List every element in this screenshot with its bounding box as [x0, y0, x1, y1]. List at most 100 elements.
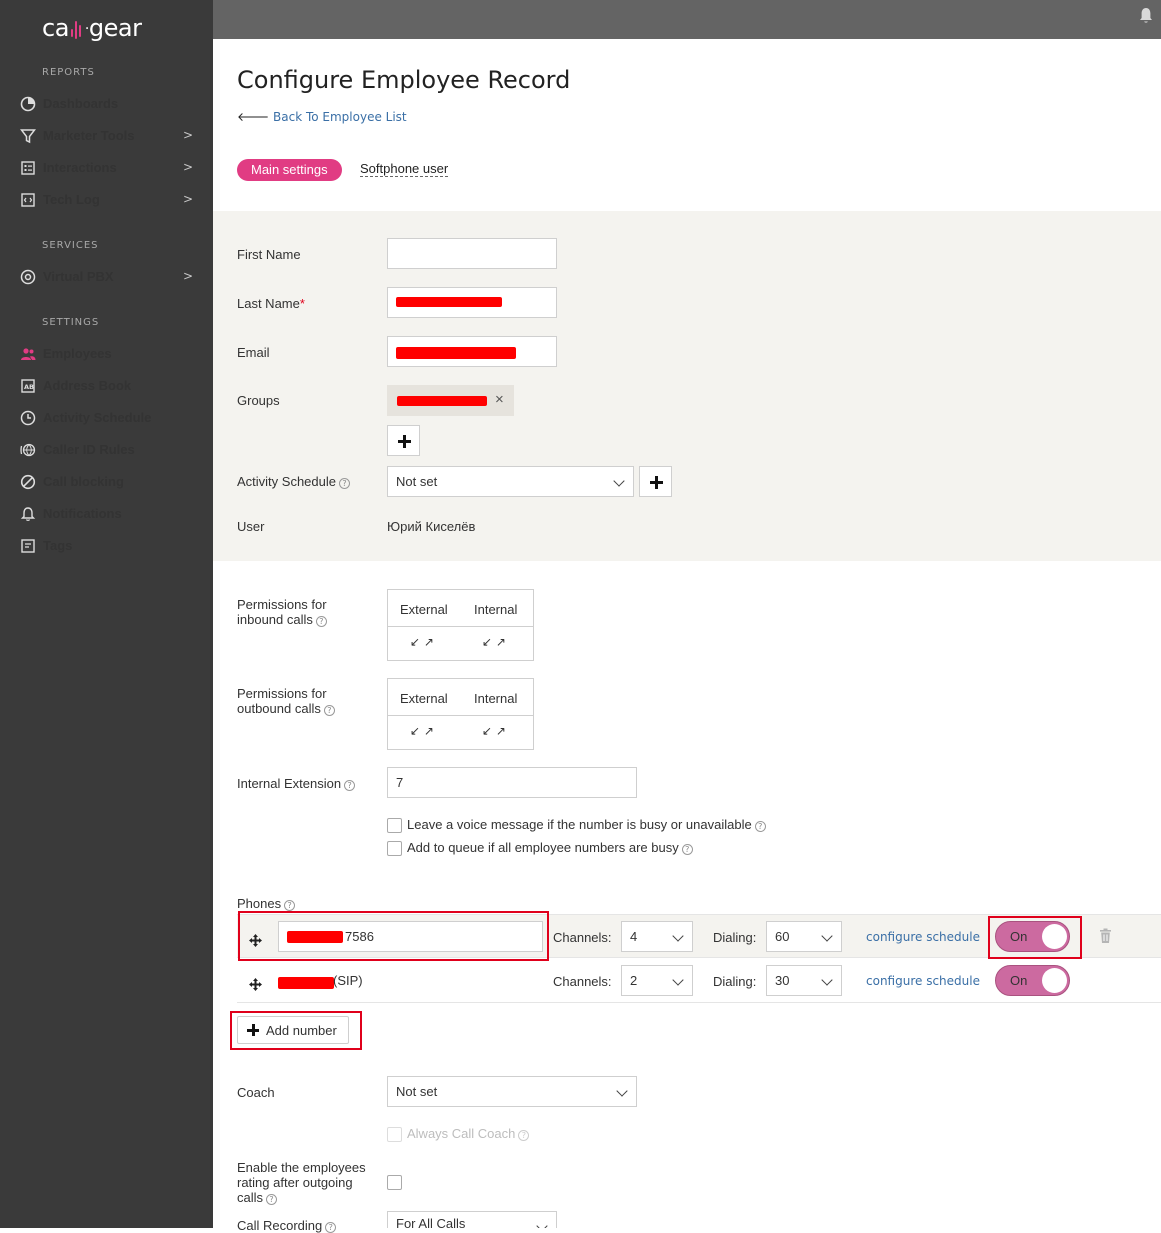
inbound-label-line-2: inbound calls — [237, 612, 313, 627]
add-to-queue-checkbox[interactable] — [387, 841, 402, 856]
sidebar-item-employees[interactable]: Employees — [0, 341, 213, 367]
sidebar-item-label: Tech Log — [43, 192, 100, 207]
sidebar-item-marketer-tools[interactable]: Marketer Tools > — [0, 123, 213, 149]
logo-text-right: gear — [88, 14, 142, 42]
callgear-logo[interactable]: ca ·gear — [42, 14, 142, 42]
add-activity-schedule-button[interactable] — [639, 466, 672, 497]
phone-toggle[interactable]: On — [995, 965, 1070, 996]
internal-header: Internal — [474, 602, 518, 617]
sidebar-item-label: Notifications — [43, 506, 122, 521]
coach-value: Not set — [396, 1084, 438, 1099]
channels-select[interactable]: 2 — [621, 965, 693, 996]
tab-main-settings[interactable]: Main settings — [237, 159, 342, 181]
configure-schedule-link[interactable]: configure schedule — [866, 974, 980, 988]
sidebar-item-label: Activity Schedule — [43, 410, 152, 425]
sidebar-item-interactions[interactable]: Interactions > — [0, 155, 213, 181]
help-icon[interactable]: ? — [315, 616, 327, 627]
dialing-select[interactable]: 30 — [766, 965, 842, 996]
email-input[interactable] — [387, 336, 557, 367]
back-to-employee-list-link[interactable]: 🡐 Back To Employee List — [237, 109, 407, 124]
rating-checkbox[interactable] — [387, 1175, 402, 1190]
voice-message-text: Leave a voice message if the number is b… — [407, 817, 752, 832]
notification-bell-icon[interactable] — [1138, 7, 1154, 25]
help-icon[interactable]: ? — [339, 478, 350, 489]
sidebar-item-notifications[interactable]: Notifications — [0, 501, 213, 527]
email-label: Email — [237, 345, 270, 360]
chevron-down-icon — [821, 930, 833, 942]
coach-select[interactable]: Not set — [387, 1076, 637, 1107]
sidebar-item-label: Interactions — [43, 160, 117, 175]
external-arrows-icon[interactable]: ↙ ↗ — [410, 635, 434, 649]
always-call-coach-checkbox[interactable] — [387, 1127, 402, 1142]
phone-toggle[interactable]: On — [995, 921, 1070, 952]
sidebar-item-label: Employees — [43, 346, 112, 361]
chevron-down-icon — [616, 1085, 628, 1097]
phones-label: Phones? — [237, 896, 296, 911]
user-value: Юрий Киселёв — [387, 519, 476, 534]
help-icon[interactable]: ? — [284, 900, 296, 911]
coach-label: Coach — [237, 1085, 275, 1100]
last-name-label: Last Name* — [237, 296, 305, 311]
inbound-label-line-1: Permissions for — [237, 597, 327, 612]
chevron-down-icon — [536, 1220, 548, 1228]
voice-message-label: Leave a voice message if the number is b… — [407, 817, 766, 832]
basic-info-panel — [213, 211, 1161, 561]
internal-arrows-icon[interactable]: ↙ ↗ — [482, 635, 506, 649]
rating-label-line-2: rating after outgoing — [237, 1175, 353, 1190]
help-icon[interactable]: ? — [323, 705, 335, 716]
help-icon[interactable]: ? — [754, 821, 766, 832]
help-icon[interactable]: ? — [681, 844, 693, 855]
sidebar-item-tags[interactable]: Tags — [0, 533, 213, 559]
sidebar-item-tech-log[interactable]: Tech Log > — [0, 187, 213, 213]
help-icon[interactable]: ? — [344, 780, 356, 791]
redacted-value — [287, 931, 343, 943]
outbound-permissions-label: Permissions for outbound calls? — [237, 686, 335, 716]
channels-value: 2 — [630, 973, 638, 988]
phone-number-input[interactable]: 7586 — [278, 921, 543, 952]
dialing-select[interactable]: 60 — [766, 921, 842, 952]
activity-schedule-select[interactable]: Not set — [387, 466, 634, 497]
toggle-knob — [1042, 968, 1067, 993]
call-recording-select[interactable]: For All Calls — [387, 1211, 557, 1228]
channels-select[interactable]: 4 — [621, 921, 693, 952]
sidebar-item-virtual-pbx[interactable]: Virtual PBX > — [0, 264, 213, 290]
sidebar-item-address-book[interactable]: AB Address Book — [0, 373, 213, 399]
configure-schedule-link[interactable]: configure schedule — [866, 930, 980, 944]
add-group-button[interactable] — [387, 425, 420, 456]
always-call-coach-text: Always Call Coach — [407, 1126, 516, 1141]
external-arrows-icon[interactable]: ↙ ↗ — [410, 724, 434, 738]
chevron-down-icon — [821, 974, 833, 986]
sidebar-item-label: Call blocking — [43, 474, 124, 489]
sidebar-item-caller-id-rules[interactable]: Caller ID Rules — [0, 437, 213, 463]
drag-handle-icon[interactable] — [249, 978, 262, 991]
sidebar-item-activity-schedule[interactable]: Activity Schedule — [0, 405, 213, 431]
always-call-coach-label: Always Call Coach? — [407, 1126, 530, 1141]
tab-softphone-user[interactable]: Softphone user — [360, 161, 449, 177]
internal-extension-label-text: Internal Extension — [237, 776, 342, 791]
dialing-label: Dialing: — [713, 930, 757, 945]
top-bar — [213, 0, 1161, 39]
help-icon[interactable]: ? — [518, 1130, 530, 1141]
remove-group-icon[interactable]: × — [495, 391, 504, 408]
logo-text-left: ca — [42, 14, 69, 42]
sidebar-item-call-blocking[interactable]: Call blocking — [0, 469, 213, 495]
outbound-label-line-1: Permissions for — [237, 686, 327, 701]
logo-bars-icon — [70, 16, 84, 42]
section-title-settings: SETTINGS — [42, 317, 100, 328]
sidebar-item-label: Dashboards — [43, 96, 119, 111]
sidebar-item-label: Marketer Tools — [43, 128, 135, 143]
sidebar-item-dashboards[interactable]: Dashboards — [0, 91, 213, 117]
help-icon[interactable]: ? — [266, 1194, 278, 1205]
chevron-down-icon — [613, 475, 625, 487]
trash-icon[interactable] — [1099, 928, 1112, 944]
add-to-queue-label: Add to queue if all employee numbers are… — [407, 840, 693, 855]
add-number-button[interactable]: Add number — [237, 1016, 349, 1044]
first-name-input[interactable] — [387, 238, 557, 269]
address-book-icon: AB — [21, 379, 35, 393]
redacted-value — [396, 347, 516, 359]
internal-arrows-icon[interactable]: ↙ ↗ — [482, 724, 506, 738]
internal-extension-input[interactable]: 7 — [387, 767, 637, 798]
last-name-input[interactable] — [387, 287, 557, 318]
voice-message-checkbox[interactable] — [387, 818, 402, 833]
add-to-queue-text: Add to queue if all employee numbers are… — [407, 840, 679, 855]
